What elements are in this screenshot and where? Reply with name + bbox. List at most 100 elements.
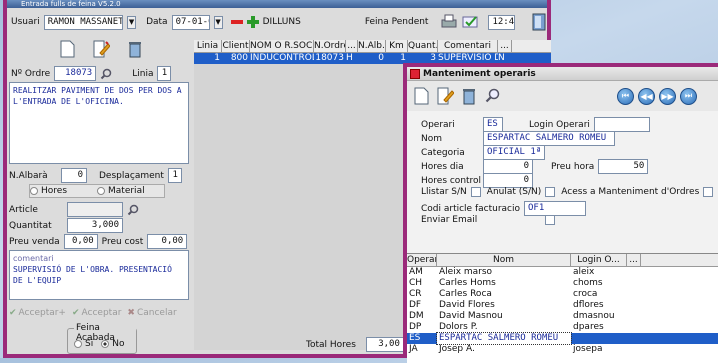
cell-operari: CR — [409, 289, 422, 299]
header-toolbar: Usuari RAMON MASSANET FR ▼ Data 07-01-08… — [7, 10, 547, 34]
col-more[interactable]: ... — [627, 254, 641, 266]
login-field[interactable] — [593, 117, 650, 132]
acceptar-button[interactable]: ✔ Acceptar — [72, 308, 121, 318]
quantitat-field[interactable]: 3,000 — [67, 218, 123, 233]
ordre-field[interactable]: 18073 — [54, 66, 97, 81]
cell-nom: ESPARTAC SALMERO ROMEU — [436, 332, 572, 345]
comentari-textarea[interactable]: comentari SUPERVISIÓ DE L'OBRA. PRESENTA… — [9, 250, 189, 300]
categoria-field[interactable]: OFICIAL 1ª — [483, 145, 545, 160]
list-item[interactable]: ES ESPARTAC SALMERO ROMEU — [407, 332, 718, 345]
checkmark-icon: ✔ — [71, 308, 80, 318]
acces-checkbox[interactable] — [703, 187, 714, 197]
date-field[interactable]: 07-01-08 — [171, 14, 210, 30]
col-linia[interactable]: Linia — [194, 40, 222, 52]
list-item[interactable]: CH Carles Homs choms — [407, 278, 718, 289]
desplacament-field[interactable]: 1 — [167, 168, 182, 183]
edit-pencil-icon — [93, 40, 110, 58]
last-record-button[interactable]: ⏭ — [680, 87, 697, 105]
no-radio[interactable]: No — [101, 339, 124, 349]
search-icon — [127, 204, 139, 215]
new-button[interactable] — [57, 39, 77, 59]
data-label: Data — [146, 17, 168, 27]
usuari-dropdown-button[interactable]: ▼ — [126, 15, 137, 29]
app-icon — [410, 69, 420, 79]
feina-pendent-label: Feina Pendent — [364, 17, 429, 27]
chevron-down-icon: ▼ — [128, 18, 135, 26]
radio-icon — [30, 186, 38, 195]
list-item[interactable]: JA Josep A. josepa — [407, 344, 718, 355]
edit-button[interactable] — [435, 86, 455, 106]
total-hores-label: Total Hores — [306, 339, 356, 350]
search-ordre-button[interactable] — [100, 68, 112, 80]
hores-radio[interactable]: Hores — [30, 186, 67, 196]
operaris-window: Manteniment operaris ⏮ ◀◀ ▶▶ ⏭ Operari E… — [403, 63, 718, 363]
anulat-checkbox[interactable] — [545, 187, 556, 197]
llistar-checkbox[interactable] — [470, 187, 481, 197]
usuari-field[interactable]: RAMON MASSANET FR — [43, 14, 123, 30]
window-title: Entrada fulls de feina V5.2.0 — [21, 0, 121, 8]
col-nalbara[interactable]: N.Alb... — [358, 40, 386, 52]
col-nom[interactable]: NOM O R.SOCI... — [250, 40, 314, 52]
list-item[interactable]: DM David Masnou dmasnou — [407, 311, 718, 322]
operaris-list: Operari Nom Login O... ... AM Aleix marso… — [407, 253, 718, 363]
exit-button[interactable] — [531, 13, 547, 31]
codi-field[interactable]: OF1 — [524, 201, 586, 216]
article-field[interactable] — [67, 202, 123, 217]
previous-icon: ◀◀ — [640, 91, 653, 101]
next-record-button[interactable]: ▶▶ — [659, 87, 676, 105]
edit-button[interactable] — [91, 39, 111, 59]
list-item[interactable]: CR Carles Roca croca — [407, 289, 718, 300]
preu-cost-field[interactable]: 0,00 — [147, 234, 188, 249]
hores-control-field[interactable]: 0 — [483, 173, 533, 188]
minus-button[interactable] — [230, 19, 243, 25]
acceptar-plus-button[interactable]: ✔ Acceptar+ — [9, 308, 66, 318]
nom-label: Nom — [421, 133, 443, 144]
col-more[interactable]: ... — [498, 40, 512, 52]
col-comentari[interactable]: Comentari — [438, 40, 498, 52]
col-type[interactable]: ... — [346, 40, 358, 52]
comentari-label: comentari — [13, 254, 54, 263]
col-client[interactable]: Client — [222, 40, 250, 52]
print-button[interactable] — [440, 14, 458, 30]
plus-button[interactable] — [246, 16, 259, 28]
desplacament-label: Desplaçament — [99, 170, 164, 181]
date-dropdown-button[interactable]: ▼ — [213, 15, 223, 29]
previous-record-button[interactable]: ◀◀ — [638, 87, 655, 105]
material-radio[interactable]: Material — [97, 186, 145, 196]
cell-nom: Josep A. — [439, 344, 475, 354]
cell-nom: Carles Roca — [439, 289, 492, 299]
exit-door-icon — [532, 13, 546, 31]
close-icon: ✖ — [127, 308, 135, 318]
col-login[interactable]: Login O... — [571, 254, 627, 266]
description-textarea[interactable]: REALITZAR PAVIMENT DE DOS PER DOS A L'EN… — [9, 82, 189, 164]
list-item[interactable]: AM Aleix marso aleix — [407, 267, 718, 278]
col-quant[interactable]: Quant. — [408, 40, 438, 52]
operari-field[interactable]: ES — [483, 117, 503, 132]
col-operari[interactable]: Operari — [407, 254, 437, 266]
nom-field[interactable]: ESPARTAC SALMERO ROMEU — [483, 131, 615, 146]
delete-button[interactable] — [125, 39, 145, 59]
hores-dia-field[interactable]: 0 — [483, 159, 533, 174]
check-button[interactable] — [462, 15, 480, 29]
cell-nom: David Flores — [439, 300, 495, 310]
cancelar-button[interactable]: ✖ Cancelar — [127, 308, 176, 318]
time-field[interactable]: 12:46 — [488, 14, 515, 30]
col-nom[interactable]: Nom — [437, 254, 571, 266]
col-km[interactable]: Km — [386, 40, 408, 52]
day-label: DILLUNS — [262, 17, 301, 27]
albara-field[interactable]: 0 — [61, 168, 87, 183]
email-checkbox[interactable] — [545, 215, 555, 225]
delete-button[interactable] — [459, 86, 479, 106]
preu-hora-field[interactable]: 50 — [598, 159, 649, 174]
list-item[interactable]: DF David Flores dflores — [407, 300, 718, 311]
col-nordre[interactable]: N.Ordre — [314, 40, 346, 52]
preu-venda-field[interactable]: 0,00 — [63, 234, 98, 249]
search-article-button[interactable] — [127, 204, 139, 216]
first-record-button[interactable]: ⏮ — [617, 87, 634, 105]
search-button[interactable] — [483, 86, 503, 106]
new-button[interactable] — [411, 86, 431, 106]
linia-field[interactable]: 1 — [157, 66, 172, 81]
window-title-bar: Entrada fulls de feina V5.2.0 — [7, 0, 547, 8]
list-item[interactable]: DP Dolors P. dpares — [407, 322, 718, 333]
si-radio[interactable]: Si — [74, 339, 93, 349]
